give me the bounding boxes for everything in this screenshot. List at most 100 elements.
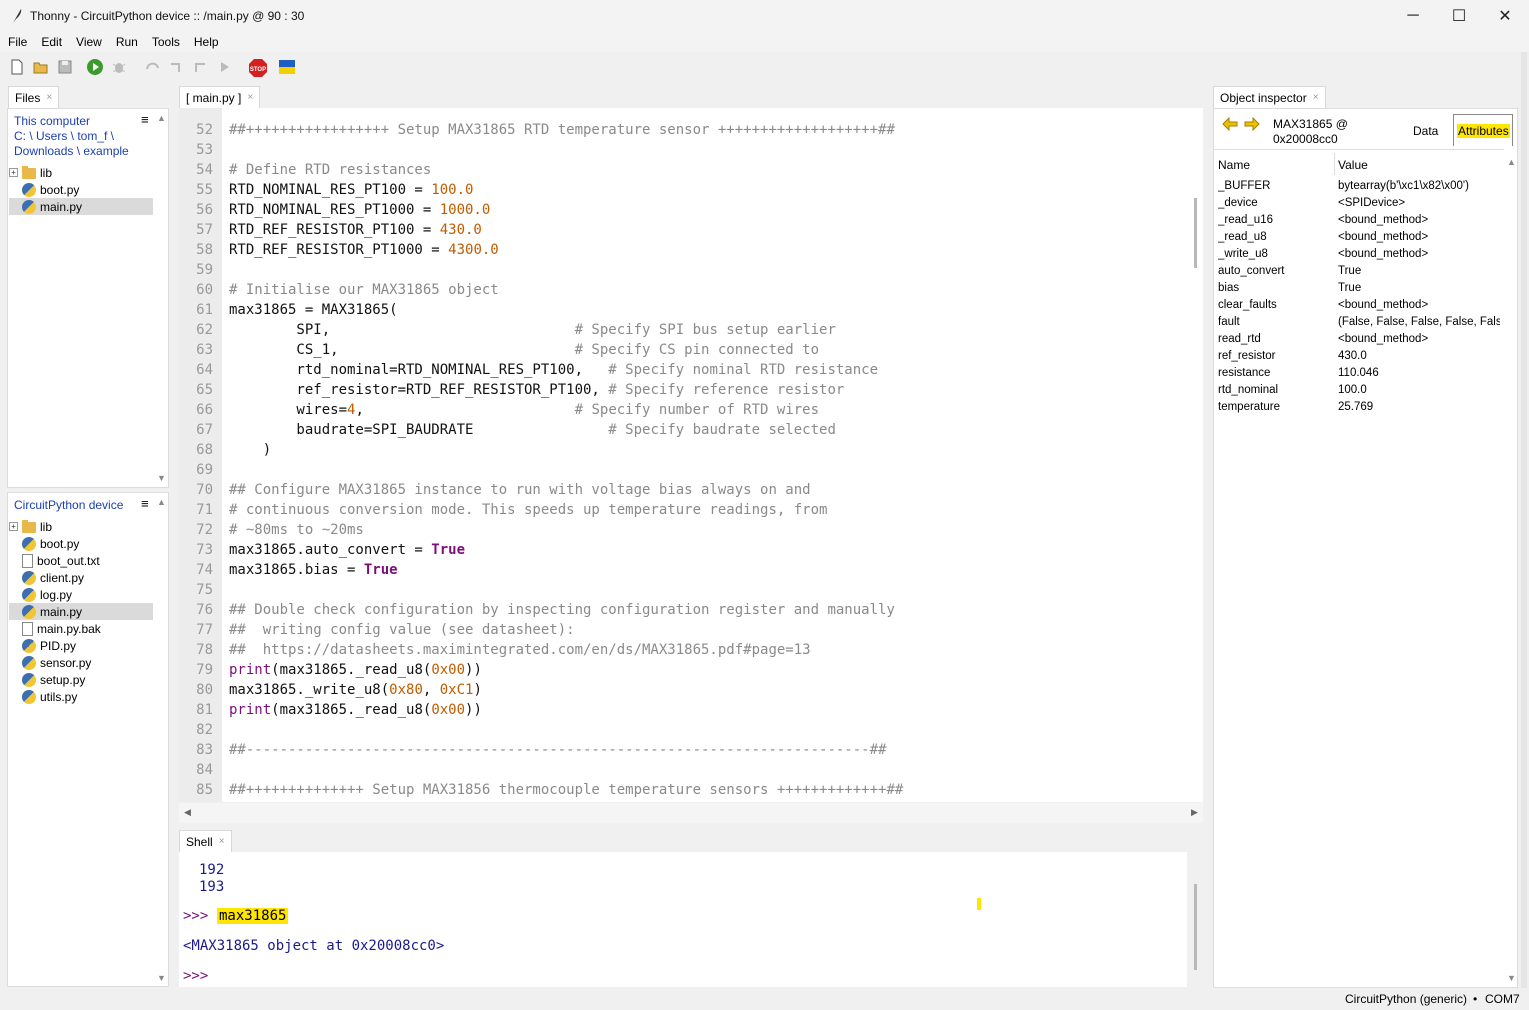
close-window-button[interactable]: ✕ (1482, 0, 1528, 32)
scroll-down-icon[interactable]: ▼ (1507, 973, 1516, 983)
tree-item-main-py[interactable]: main.py (9, 603, 153, 620)
resume-icon[interactable] (216, 58, 234, 76)
menu-tools[interactable]: Tools (148, 35, 184, 49)
menu-edit[interactable]: Edit (37, 35, 66, 49)
scroll-down-icon[interactable]: ▼ (157, 973, 166, 983)
ukraine-flag-icon[interactable] (278, 58, 296, 76)
attribute-name[interactable]: _read_u8 (1218, 229, 1332, 246)
tree-item-lib[interactable]: + lib (9, 164, 153, 181)
attribute-value[interactable]: (False, False, False, False, False, (1338, 314, 1500, 331)
tab-shell[interactable]: Shell × (179, 830, 232, 852)
tab-main-py[interactable]: [ main.py ] × (179, 86, 261, 108)
attribute-value[interactable]: <SPIDevice> (1338, 195, 1500, 212)
stop-icon[interactable]: STOP (248, 58, 267, 77)
editor-vscrollbar-thumb[interactable] (1194, 198, 1197, 268)
attribute-name[interactable]: clear_faults (1218, 297, 1332, 314)
run-icon[interactable] (86, 58, 104, 76)
attribute-name[interactable]: rtd_nominal (1218, 382, 1332, 399)
window-scrollbar[interactable] (1521, 52, 1527, 992)
minimize-button[interactable]: ─ (1390, 0, 1436, 32)
attribute-name[interactable]: _device (1218, 195, 1332, 212)
expand-icon[interactable]: + (9, 522, 18, 531)
tab-attributes[interactable]: Attributes (1453, 114, 1513, 146)
close-icon[interactable]: × (46, 92, 52, 103)
attribute-value[interactable]: <bound_method> (1338, 229, 1500, 246)
attribute-value[interactable]: <bound_method> (1338, 297, 1500, 314)
attribute-value[interactable]: 100.0 (1338, 382, 1500, 399)
column-header-name[interactable]: Name (1218, 158, 1250, 172)
close-icon[interactable]: × (247, 92, 253, 103)
tree-item-boot-out-txt[interactable]: boot_out.txt (9, 552, 153, 569)
shell-console[interactable]: 192 193 >>> max31865 <MAX31865 object at… (179, 852, 1187, 987)
close-icon[interactable]: × (219, 836, 225, 847)
files-menu-icon[interactable]: ≡ (141, 112, 149, 127)
tab-data[interactable]: Data (1413, 124, 1438, 138)
attribute-name[interactable]: ref_resistor (1218, 348, 1332, 365)
attribute-name[interactable]: resistance (1218, 365, 1332, 382)
attribute-name[interactable]: _BUFFER (1218, 178, 1332, 195)
tree-item-pid-py[interactable]: PID.py (9, 637, 153, 654)
expand-icon[interactable]: + (9, 168, 18, 177)
tree-item-utils-py[interactable]: utils.py (9, 688, 153, 705)
step-into-icon[interactable] (168, 58, 186, 76)
this-computer-header[interactable]: This computer (14, 114, 90, 128)
attribute-name[interactable]: temperature (1218, 399, 1332, 416)
back-arrow-icon[interactable] (1222, 117, 1238, 131)
attribute-name[interactable]: fault (1218, 314, 1332, 331)
column-header-value[interactable]: Value (1338, 158, 1368, 172)
tree-item-sensor-py[interactable]: sensor.py (9, 654, 153, 671)
menu-file[interactable]: File (4, 35, 31, 49)
tree-item-setup-py[interactable]: setup.py (9, 671, 153, 688)
attribute-value[interactable]: <bound_method> (1338, 246, 1500, 263)
tree-item-main-py-bak[interactable]: main.py.bak (9, 620, 153, 637)
device-header[interactable]: CircuitPython device (14, 498, 123, 512)
tree-item-client-py[interactable]: client.py (9, 569, 153, 586)
scroll-left-icon[interactable]: ◀ (184, 807, 191, 818)
attribute-value[interactable]: True (1338, 263, 1500, 280)
attribute-value[interactable]: bytearray(b'\xc1\x82\x00') (1338, 178, 1500, 195)
save-icon[interactable] (56, 58, 74, 76)
tab-files[interactable]: Files × (8, 86, 60, 108)
tree-item-boot-py[interactable]: boot.py (9, 181, 153, 198)
device-menu-icon[interactable]: ≡ (141, 496, 149, 511)
debug-icon[interactable] (110, 58, 128, 76)
menu-view[interactable]: View (72, 35, 106, 49)
menu-help[interactable]: Help (190, 35, 223, 49)
interpreter-status[interactable]: CircuitPython (generic) (1345, 992, 1467, 1006)
editor-hscrollbar[interactable]: ◀ ▶ (179, 803, 1203, 823)
attribute-name[interactable]: read_rtd (1218, 331, 1332, 348)
scroll-up-icon[interactable]: ▲ (1507, 157, 1516, 167)
port-status[interactable]: COM7 (1485, 992, 1520, 1006)
open-file-icon[interactable] (32, 58, 50, 76)
tab-object-inspector[interactable]: Object inspector × (1213, 86, 1326, 108)
step-out-icon[interactable] (192, 58, 210, 76)
attribute-value[interactable]: 430.0 (1338, 348, 1500, 365)
close-icon[interactable]: × (1313, 92, 1319, 103)
shell-vscrollbar-thumb[interactable] (1194, 884, 1197, 970)
attribute-name[interactable]: _write_u8 (1218, 246, 1332, 263)
menu-run[interactable]: Run (112, 35, 142, 49)
attribute-name[interactable]: _read_u16 (1218, 212, 1332, 229)
maximize-button[interactable]: ☐ (1436, 0, 1482, 32)
tree-item-log-py[interactable]: log.py (9, 586, 153, 603)
scroll-up-icon[interactable]: ▲ (157, 497, 166, 507)
tree-item-main-py[interactable]: main.py (9, 198, 153, 215)
tree-item-boot-py[interactable]: boot.py (9, 535, 153, 552)
scroll-down-icon[interactable]: ▼ (157, 473, 166, 483)
path-breadcrumb-2[interactable]: Downloads \ example (14, 144, 129, 158)
path-breadcrumb[interactable]: C: \ Users \ tom_f \ (14, 129, 114, 143)
code-editor[interactable]: 52 53 54 55 56 57 58 59 60 61 62 63 64 65 66 67 68 69 70 71… (179, 108, 1203, 802)
new-file-icon[interactable] (8, 58, 26, 76)
forward-arrow-icon[interactable] (1244, 117, 1260, 131)
attribute-value[interactable]: <bound_method> (1338, 331, 1500, 348)
attribute-value[interactable]: True (1338, 280, 1500, 297)
attribute-value[interactable]: 25.769 (1338, 399, 1500, 416)
step-over-icon[interactable] (144, 58, 162, 76)
scroll-right-icon[interactable]: ▶ (1191, 807, 1198, 818)
attribute-value[interactable]: 110.046 (1338, 365, 1500, 382)
attribute-name[interactable]: auto_convert (1218, 263, 1332, 280)
attribute-value[interactable]: <bound_method> (1338, 212, 1500, 229)
scroll-up-icon[interactable]: ▲ (157, 113, 166, 123)
tree-item-lib[interactable]: + lib (9, 518, 153, 535)
attribute-name[interactable]: bias (1218, 280, 1332, 297)
